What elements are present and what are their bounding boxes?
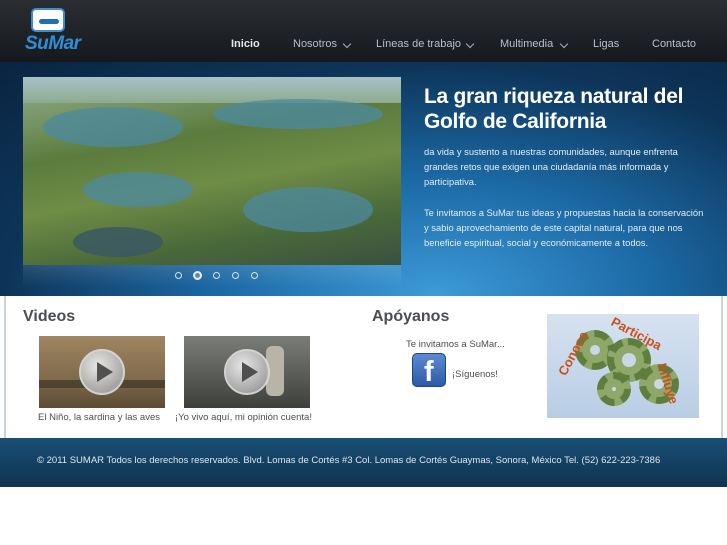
video-thumbnail[interactable] — [184, 336, 310, 408]
site-footer: © 2011 SUMAR Todos los derechos reservad… — [0, 438, 727, 487]
play-icon[interactable] — [79, 349, 125, 395]
chevron-down-icon[interactable] — [342, 39, 352, 49]
nav-item-lineas-de-trabajo[interactable]: Líneas de trabajo — [376, 38, 461, 50]
slider-pagination — [174, 271, 274, 282]
video-thumbnail[interactable] — [39, 336, 165, 408]
footer-copyright: © 2011 SUMAR Todos los derechos reservad… — [37, 455, 661, 466]
hero-section: La gran riqueza natural del Golfo de Cal… — [0, 62, 727, 296]
facebook-follow-link[interactable]: ¡Síguenos! — [452, 369, 498, 380]
play-icon[interactable] — [224, 349, 270, 395]
main-nav: Inicio Nosotros Líneas de trabajo Multim… — [0, 38, 727, 52]
apoyanos-intro: Te invitamos a SuMar... — [406, 339, 505, 350]
content-section: Videos El Niño, la sardina y las aves ¡Y… — [4, 296, 723, 438]
conoce-participa-influye-banner[interactable]: Conoce Participa Influye — [547, 314, 699, 418]
hero-title: La gran riqueza natural del Golfo de Cal… — [424, 85, 684, 133]
videos-heading: Videos — [23, 308, 76, 325]
gear-icon — [597, 372, 631, 406]
nav-item-contacto[interactable]: Contacto — [652, 38, 696, 50]
slider-dot[interactable] — [251, 272, 258, 279]
apoyanos-heading: Apóyanos — [372, 308, 450, 325]
slider-dot[interactable] — [232, 272, 239, 279]
slider-dot[interactable] — [175, 272, 182, 279]
nav-item-multimedia[interactable]: Multimedia — [500, 38, 553, 50]
nav-item-inicio[interactable]: Inicio — [231, 38, 260, 50]
logo-speech-icon — [31, 8, 65, 32]
video-caption[interactable]: ¡Yo vivo aquí, mi opinión cuenta! — [175, 412, 312, 423]
site-header: SuMar Inicio Nosotros Líneas de trabajo … — [0, 0, 727, 62]
chevron-down-icon[interactable] — [465, 39, 475, 49]
hero-paragraph: Te invitamos a SuMar tus ideas y propues… — [424, 207, 704, 248]
hero-slide-image[interactable] — [23, 77, 401, 265]
hero-paragraph: da vida y sustento a nuestras comunidade… — [424, 146, 678, 187]
video-caption[interactable]: El Niño, la sardina y las aves — [38, 412, 160, 423]
slider-dot-active[interactable] — [193, 271, 202, 280]
chevron-down-icon[interactable] — [559, 39, 569, 49]
nav-item-ligas[interactable]: Ligas — [593, 38, 619, 50]
slider-dot[interactable] — [213, 272, 220, 279]
nav-item-nosotros[interactable]: Nosotros — [293, 38, 337, 50]
facebook-icon[interactable]: f — [412, 353, 446, 388]
